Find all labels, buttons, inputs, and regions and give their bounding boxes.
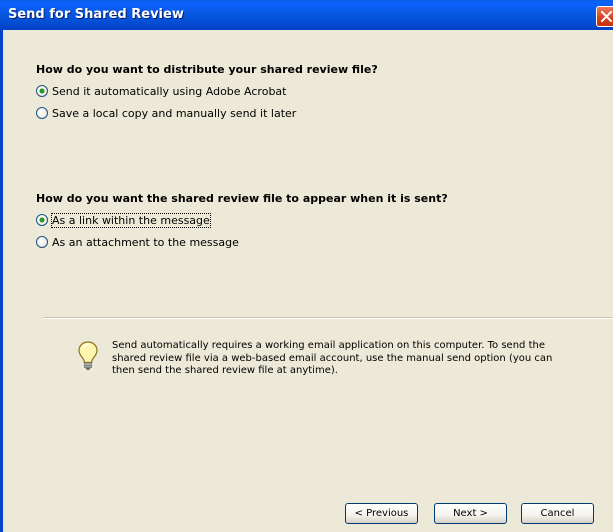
window-title: Send for Shared Review [8, 7, 184, 22]
radio-label: As an attachment to the message [52, 235, 239, 249]
close-icon [601, 11, 612, 22]
close-button[interactable] [596, 6, 613, 27]
radio-button-checked[interactable] [36, 214, 48, 226]
radio-as-attachment[interactable]: As an attachment to the message [36, 235, 239, 249]
radio-button-checked[interactable] [36, 85, 48, 97]
radio-save-local-copy[interactable]: Save a local copy and manually send it l… [36, 106, 296, 120]
next-button[interactable]: Next > [434, 503, 507, 524]
dialog-content: How do you want to distribute your share… [3, 30, 613, 532]
radio-label: As a link within the message [51, 212, 211, 228]
radio-send-automatically[interactable]: Send it automatically using Adobe Acroba… [36, 84, 286, 98]
separator [43, 317, 613, 319]
radio-button[interactable] [36, 107, 48, 119]
radio-button[interactable] [36, 236, 48, 248]
previous-button[interactable]: < Previous [345, 503, 418, 524]
appearance-question: How do you want the shared review file t… [36, 192, 448, 205]
distribution-question: How do you want to distribute your share… [36, 63, 378, 76]
lightbulb-icon [78, 341, 98, 370]
radio-label: Send it automatically using Adobe Acroba… [52, 84, 287, 98]
info-message: Send automatically requires a working em… [112, 340, 553, 376]
radio-as-link[interactable]: As a link within the message [36, 212, 211, 228]
title-bar[interactable]: Send for Shared Review [0, 0, 613, 30]
radio-label: Save a local copy and manually send it l… [52, 106, 297, 120]
send-for-shared-review-dialog: Send for Shared Review How do you want t… [0, 0, 613, 532]
cancel-button[interactable]: Cancel [521, 503, 594, 524]
